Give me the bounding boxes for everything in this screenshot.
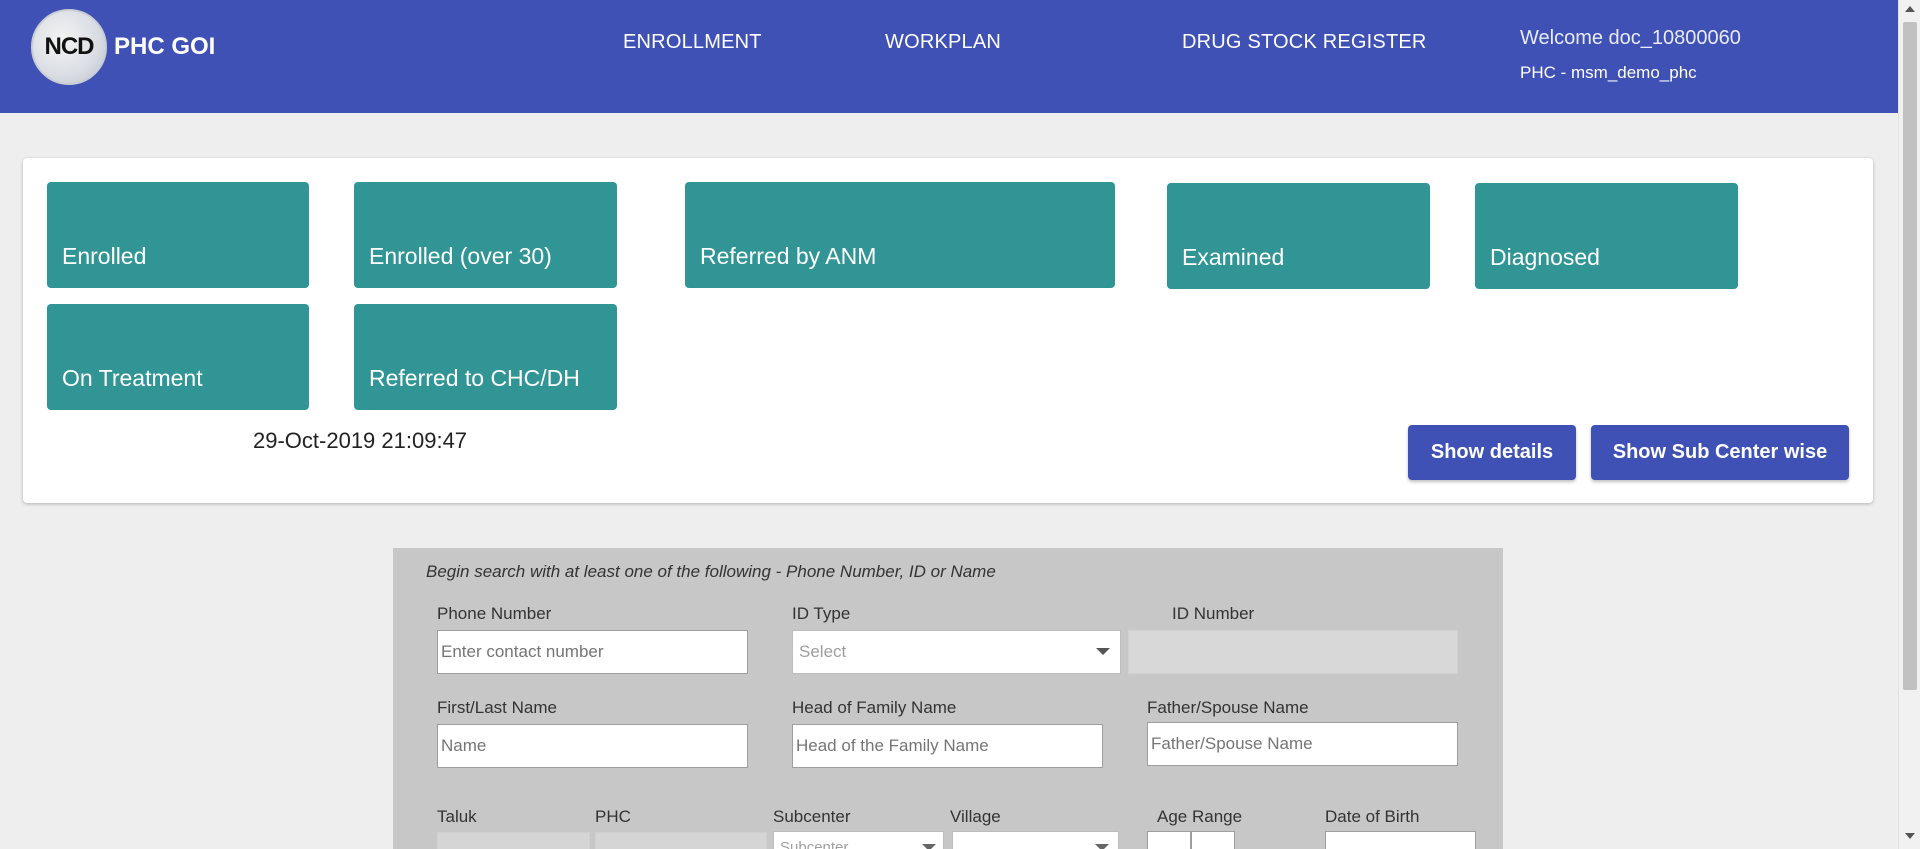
id-number-label: ID Number [1172, 604, 1255, 623]
tile-examined[interactable]: Examined [1167, 183, 1430, 289]
phc-select[interactable] [595, 832, 767, 849]
show-sub-center-wise-button[interactable]: Show Sub Center wise [1591, 425, 1849, 480]
head-of-family-input[interactable]: Head of the Family Name [792, 724, 1103, 768]
tile-enrolled-over-30[interactable]: Enrolled (over 30) [354, 182, 617, 288]
last-updated-timestamp: 29-Oct-2019 21:09:47 [253, 428, 468, 453]
village-select[interactable] [952, 831, 1119, 849]
id-number-input[interactable] [1128, 630, 1458, 674]
show-details-button[interactable]: Show details [1408, 425, 1576, 480]
taluk-select[interactable] [437, 832, 590, 849]
tile-referred-by-anm[interactable]: Referred by ANM [685, 182, 1115, 288]
name-label: First/Last Name [437, 698, 557, 717]
tile-label: Referred to CHC/DH [369, 365, 580, 391]
tile-referred-to-chc-dh[interactable]: Referred to CHC/DH [354, 304, 617, 410]
nav-workplan[interactable]: WORKPLAN [885, 31, 1001, 54]
tile-diagnosed[interactable]: Diagnosed [1475, 183, 1738, 289]
tile-label: Examined [1182, 244, 1285, 270]
tile-on-treatment[interactable]: On Treatment [47, 304, 309, 410]
head-of-family-label: Head of Family Name [792, 698, 957, 717]
nav-enrollment[interactable]: ENROLLMENT [623, 31, 762, 54]
app-title: PHC GOI [114, 33, 216, 60]
logo-text: NCD [44, 33, 95, 60]
age-from-input[interactable] [1147, 831, 1191, 849]
subcenter-value: Subcenter [780, 838, 849, 849]
phone-number-label: Phone Number [437, 604, 552, 623]
taluk-label: Taluk [437, 807, 477, 826]
chevron-down-icon [1096, 648, 1110, 655]
father-spouse-input[interactable]: Father/Spouse Name [1147, 722, 1458, 766]
tile-label: Enrolled [62, 243, 147, 269]
scroll-down-arrow-icon[interactable] [1905, 833, 1915, 839]
name-input[interactable]: Name [437, 724, 748, 768]
phc-name: PHC - msm_demo_phc [1520, 63, 1697, 82]
top-app-bar: NCD PHC GOI ENROLLMENT WORKPLAN DRUG STO… [0, 0, 1898, 113]
scroll-thumb[interactable] [1903, 22, 1917, 690]
id-type-value: Select [799, 642, 847, 661]
tile-label: On Treatment [62, 365, 203, 391]
nav-drug-stock-register[interactable]: DRUG STOCK REGISTER [1182, 31, 1427, 54]
village-label: Village [950, 807, 1001, 826]
tile-label: Enrolled (over 30) [369, 243, 552, 269]
tile-label: Referred by ANM [700, 243, 877, 269]
phc-label: PHC [595, 807, 631, 826]
id-type-select[interactable]: Select [792, 630, 1121, 674]
id-type-label: ID Type [792, 604, 851, 623]
age-range-label: Age Range [1157, 807, 1243, 826]
father-spouse-label: Father/Spouse Name [1147, 698, 1309, 717]
date-of-birth-input[interactable] [1325, 831, 1476, 849]
page-scrollbar[interactable] [1898, 0, 1920, 849]
ncd-logo: NCD [31, 9, 107, 85]
subcenter-select[interactable]: Subcenter [773, 831, 944, 849]
age-to-input[interactable] [1191, 831, 1235, 849]
tile-enrolled[interactable]: Enrolled [47, 182, 309, 288]
date-of-birth-label: Date of Birth [1325, 807, 1420, 826]
subcenter-label: Subcenter [773, 807, 851, 826]
chevron-down-icon [922, 844, 936, 849]
scroll-up-arrow-icon[interactable] [1905, 6, 1915, 12]
chevron-down-icon [1095, 844, 1109, 849]
tile-label: Diagnosed [1490, 244, 1600, 270]
welcome-text: Welcome doc_10800060 [1520, 27, 1741, 49]
search-hint: Begin search with at least one of the fo… [426, 562, 996, 581]
phone-number-input[interactable]: Enter contact number [437, 630, 748, 674]
